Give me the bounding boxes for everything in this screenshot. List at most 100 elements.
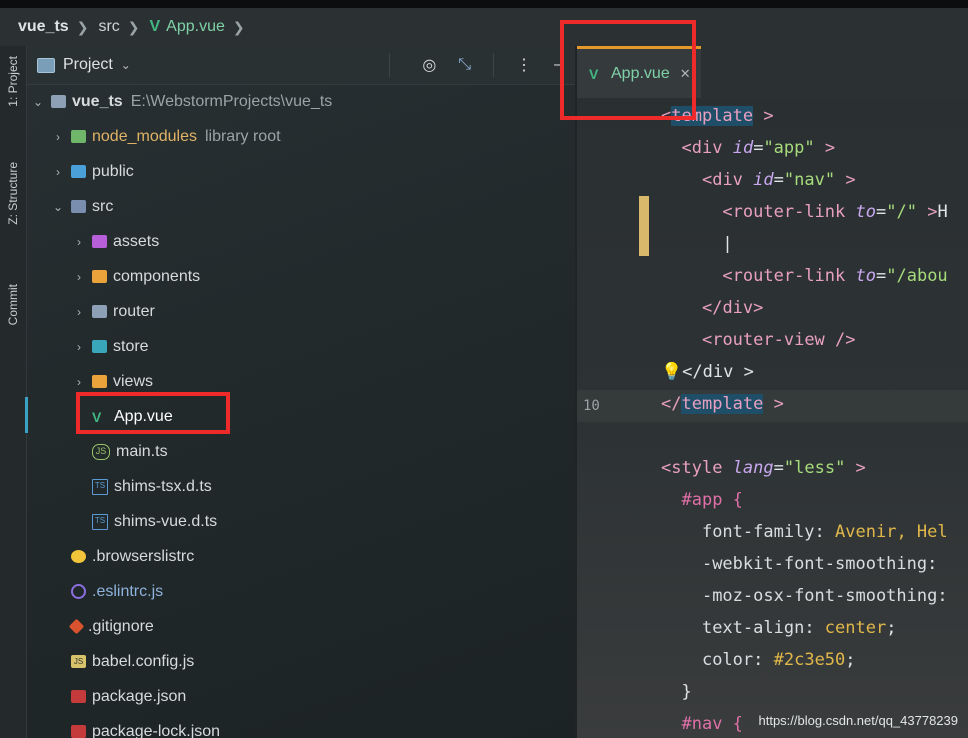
tree-item-src[interactable]: ⌄ src	[51, 189, 113, 224]
code-token: text-align	[701, 618, 805, 638]
tree-item-store[interactable]: › store	[72, 329, 149, 364]
git-icon	[68, 618, 85, 635]
code-token: }	[681, 682, 692, 702]
code-token: </div >	[682, 362, 754, 382]
tree-item-eslintrc[interactable]: .eslintrc.js	[71, 574, 163, 609]
tree-label: assets	[113, 232, 160, 250]
selection-indicator	[25, 397, 28, 433]
code-token: font-family	[701, 522, 815, 542]
ts-icon: TS	[92, 513, 108, 530]
tab-structure[interactable]: Z: Structure	[0, 162, 26, 225]
tool-window-bar: 1: Project Z: Structure Commit	[0, 46, 27, 738]
folder-icon	[92, 340, 107, 353]
tree-label: router	[113, 302, 155, 320]
tree-item-root[interactable]: ⌄ vue_ts E:\WebstormProjects\vue_ts	[31, 84, 332, 119]
panel-toolbar: ◎ ⤡ ⋮ –	[389, 46, 563, 84]
tree-item-gitignore[interactable]: .gitignore	[68, 609, 154, 644]
project-icon	[37, 57, 55, 73]
tree-label: node_modules	[92, 127, 197, 145]
code-token: "/abou	[886, 266, 948, 286]
code-token: Avenir, Hel	[835, 522, 948, 542]
tree-label: babel.config.js	[92, 652, 195, 670]
tree-item-package-lock[interactable]: package-lock.json	[71, 714, 220, 738]
code-token: #nav {	[681, 714, 743, 734]
code-token: -moz-osx-font-smoothing	[701, 586, 938, 606]
tree-label: public	[92, 162, 134, 180]
highlight-box-tab	[560, 20, 696, 120]
code-token: >	[753, 106, 774, 126]
folder-icon	[92, 235, 107, 248]
code-token: router-link	[732, 202, 846, 222]
code-token: "less"	[783, 458, 846, 478]
tree-item-package-json[interactable]: package.json	[71, 679, 186, 714]
tree-label: main.ts	[116, 442, 168, 460]
folder-icon	[71, 130, 86, 143]
chevron-down-icon[interactable]: ⌄	[31, 95, 45, 109]
chevron-right-icon: ❯	[127, 18, 140, 35]
tree-label: store	[113, 337, 149, 355]
highlight-box-tree	[76, 392, 230, 434]
chevron-right-icon[interactable]: ›	[72, 305, 86, 319]
code-token: id	[732, 138, 754, 158]
js-file-icon: JS	[71, 655, 86, 668]
npm-icon	[71, 690, 86, 703]
code-token: /div	[712, 298, 754, 318]
ts-icon: TS	[92, 478, 108, 495]
tree-item-components[interactable]: › components	[72, 259, 200, 294]
toolbar-divider	[389, 53, 391, 77]
chevron-down-icon[interactable]: ⌄	[51, 200, 65, 214]
tree-label: shims-vue.d.ts	[114, 512, 218, 530]
code-token: "/"	[886, 202, 917, 222]
lightbulb-icon[interactable]: 💡	[661, 362, 682, 382]
code-token: "nav"	[783, 170, 836, 190]
vue-icon: V	[149, 18, 161, 35]
tree-item-assets[interactable]: › assets	[72, 224, 159, 259]
breadcrumb: vue_ts ❯ src ❯ V App.vue ❯	[0, 8, 968, 46]
collapse-icon[interactable]: ⤡	[458, 56, 471, 74]
tab-commit[interactable]: Commit	[0, 284, 26, 325]
tree-item-babel-config[interactable]: JS babel.config.js	[71, 644, 194, 679]
code-token: color	[701, 650, 754, 670]
breadcrumb-file[interactable]: App.vue	[166, 18, 225, 36]
code-token: div	[712, 170, 743, 190]
tree-item-node-modules[interactable]: › node_modules library root	[51, 119, 281, 154]
tab-commit-label: Commit	[6, 284, 20, 326]
window-top-strip	[0, 0, 968, 8]
chevron-right-icon[interactable]: ›	[72, 340, 86, 354]
tree-item-public[interactable]: › public	[51, 154, 134, 189]
chevron-right-icon: ❯	[76, 18, 89, 35]
code-token: router-link	[732, 266, 846, 286]
project-view-selector[interactable]: Project ⌄	[37, 56, 131, 74]
tree-item-router[interactable]: › router	[72, 294, 155, 329]
folder-icon	[71, 165, 86, 178]
change-marker	[639, 196, 649, 256]
tree-label: src	[92, 197, 114, 215]
tab-project[interactable]: 1: Project	[0, 56, 26, 107]
breadcrumb-src[interactable]: src	[98, 18, 119, 36]
code-editor: V App.vue ✕ 10 <template > <div id="app"…	[577, 46, 968, 738]
chevron-right-icon[interactable]: ›	[72, 375, 86, 389]
chevron-right-icon[interactable]: ›	[51, 130, 65, 144]
code-token: #2c3e50	[773, 650, 846, 670]
breadcrumb-project[interactable]: vue_ts	[18, 18, 69, 36]
tree-label: vue_ts	[72, 92, 123, 110]
chevron-right-icon[interactable]: ›	[72, 270, 86, 284]
chevron-right-icon[interactable]: ›	[72, 235, 86, 249]
toolbar-divider	[493, 53, 495, 77]
code-token: router-view	[712, 330, 825, 350]
tree-item-browserslistrc[interactable]: .browserslistrc	[71, 539, 194, 574]
more-icon[interactable]: ⋮	[516, 55, 532, 75]
line-number: 10	[583, 398, 600, 414]
target-icon[interactable]: ◎	[422, 55, 436, 75]
tree-item-main-ts[interactable]: JS main.ts	[92, 434, 168, 469]
code-token: template	[681, 394, 764, 414]
code-token: -webkit-font-smoothing	[701, 554, 928, 574]
code-token: div	[691, 138, 723, 158]
tree-item-shims-vue[interactable]: TS shims-vue.d.ts	[92, 504, 217, 539]
code-token: to	[855, 266, 876, 286]
tab-structure-label: Z: Structure	[6, 162, 20, 225]
eslint-icon	[71, 584, 86, 599]
chevron-right-icon[interactable]: ›	[51, 165, 65, 179]
tree-item-shims-tsx[interactable]: TS shims-tsx.d.ts	[92, 469, 212, 504]
tree-label: .gitignore	[88, 617, 154, 635]
